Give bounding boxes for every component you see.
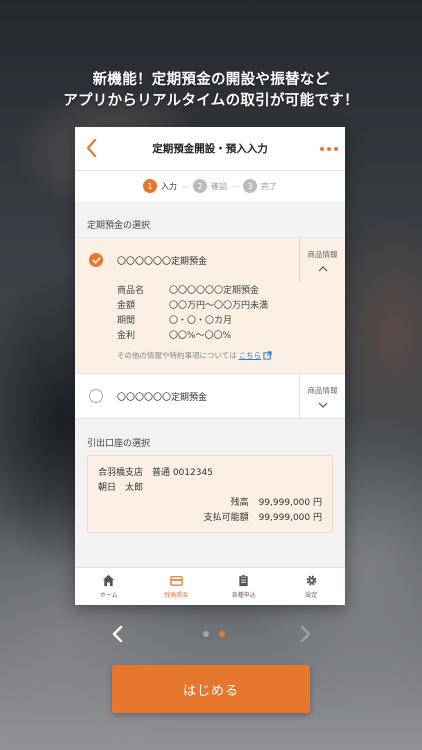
radio-checked-icon[interactable]	[89, 253, 103, 267]
step-separator: —	[231, 181, 239, 191]
app-screenshot: 定期預金開設・預入入力 1 入力 — 2 確認 — 3 完了 定期預金の選択 〇…	[75, 127, 345, 605]
detail-value: 〇〇〇〇〇〇定期預金	[169, 286, 260, 296]
account-branch: 合羽橋支店 普通 0012345	[98, 468, 213, 478]
tab-label: 各種申込	[231, 592, 256, 599]
tab-balance[interactable]: 残高照会	[143, 568, 211, 605]
product-details: 商品名 〇〇〇〇〇〇定期預金 金額 〇〇万円〜〇〇万円未満 期間 〇・〇・〇カ月…	[75, 282, 345, 373]
tab-label: ホーム	[99, 592, 118, 599]
chevron-right-icon[interactable]	[298, 624, 312, 644]
balance-value: 99,999,000 円	[258, 498, 322, 508]
home-icon	[103, 574, 115, 587]
tab-label: 残高照会	[164, 592, 189, 599]
product-name: 〇〇〇〇〇〇定期預金	[117, 256, 208, 267]
page-dots	[203, 631, 225, 637]
product-section-title: 定期預金の選択	[87, 220, 151, 231]
step-complete: 3 完了	[243, 179, 277, 193]
screen-title: 定期預金開設・預入入力	[152, 143, 268, 155]
back-arrow-icon[interactable]	[83, 137, 101, 159]
headline-line-1: 新機能！定期預金の開設や振替など	[92, 72, 330, 88]
detail-value: 〇〇%〜〇〇%	[169, 331, 232, 341]
note-text: その他の情報や特約事項については	[117, 351, 237, 360]
screen-header: 定期預金開設・預入入力	[75, 127, 345, 171]
bottom-tab-bar: ホーム 残高照会 各種申込 設定	[75, 567, 345, 605]
step-input: 1 入力	[143, 179, 177, 193]
detail-row: 金額 〇〇万円〜〇〇万円未満	[117, 297, 345, 312]
balance-row: 残高 99,999,000 円	[98, 494, 322, 509]
step-number: 3	[243, 179, 257, 193]
product-info-button[interactable]: 商品情報	[299, 238, 345, 282]
tab-settings[interactable]: 設定	[278, 568, 346, 605]
more-menu-icon[interactable]	[320, 147, 338, 151]
detail-row: 商品名 〇〇〇〇〇〇定期預金	[117, 282, 345, 297]
tab-home[interactable]: ホーム	[75, 568, 143, 605]
page-dot-active[interactable]	[219, 631, 225, 637]
detail-key: 期間	[117, 316, 136, 326]
available-label: 支払可能額	[203, 513, 249, 523]
detail-note: その他の情報や特約事項については こちら	[117, 350, 345, 361]
balance-label: 残高	[230, 498, 249, 508]
chevron-left-icon[interactable]	[111, 624, 125, 644]
detail-key: 商品名	[117, 286, 145, 296]
step-separator: —	[181, 181, 189, 191]
withdrawal-account-card[interactable]: 合羽橋支店 普通 0012345 朝日 太郎 残高 99,999,000 円 支…	[87, 455, 333, 533]
step-number: 1	[143, 179, 157, 193]
product-option-selected[interactable]: 〇〇〇〇〇〇定期預金 商品情報 商品名 〇〇〇〇〇〇定期預金 金額 〇〇万円〜〇…	[75, 237, 345, 373]
gear-icon	[306, 575, 317, 586]
start-button[interactable]: はじめる	[112, 665, 310, 713]
headline-line-2: アプリからリアルタイムの取引が可能です！	[63, 93, 359, 109]
product-row[interactable]: 〇〇〇〇〇〇定期預金 商品情報	[75, 374, 345, 418]
product-info-button[interactable]: 商品情報	[299, 374, 345, 418]
card-icon	[170, 576, 183, 586]
product-name: 〇〇〇〇〇〇定期預金	[117, 392, 208, 403]
radio-unchecked-icon[interactable]	[89, 389, 103, 403]
tab-label: 設定	[305, 592, 318, 599]
available-row: 支払可能額 99,999,000 円	[98, 509, 322, 524]
detail-row: 期間 〇・〇・〇カ月	[117, 312, 345, 327]
step-label: 確認	[211, 181, 227, 191]
detail-value: 〇・〇・〇カ月	[169, 316, 233, 326]
account-section-title: 引出口座の選択	[87, 438, 151, 449]
carousel-pager	[0, 622, 422, 646]
page-dot[interactable]	[203, 631, 209, 637]
product-info-label: 商品情報	[307, 385, 338, 395]
external-link-icon[interactable]	[263, 351, 272, 360]
step-label: 入力	[161, 181, 177, 191]
step-indicator: 1 入力 — 2 確認 — 3 完了	[75, 171, 345, 201]
available-value: 99,999,000 円	[258, 513, 322, 523]
product-option[interactable]: 〇〇〇〇〇〇定期預金 商品情報	[75, 373, 345, 419]
step-label: 完了	[261, 181, 277, 191]
step-number: 2	[193, 179, 207, 193]
chevron-up-icon	[318, 265, 327, 271]
feature-headline: 新機能！定期預金の開設や振替など アプリからリアルタイムの取引が可能です！	[0, 70, 422, 112]
account-holder: 朝日 太郎	[98, 483, 144, 493]
detail-value: 〇〇万円〜〇〇万円未満	[169, 301, 269, 311]
terms-link[interactable]: こちら	[239, 350, 262, 361]
detail-key: 金額	[117, 301, 136, 311]
detail-row: 金利 〇〇%〜〇〇%	[117, 327, 345, 342]
step-confirm: 2 確認	[193, 179, 227, 193]
product-row[interactable]: 〇〇〇〇〇〇定期預金 商品情報	[75, 238, 345, 282]
detail-key: 金利	[117, 331, 136, 341]
tab-applications[interactable]: 各種申込	[210, 568, 278, 605]
product-info-label: 商品情報	[307, 249, 338, 259]
clipboard-icon	[239, 574, 248, 587]
chevron-down-icon	[318, 402, 327, 408]
